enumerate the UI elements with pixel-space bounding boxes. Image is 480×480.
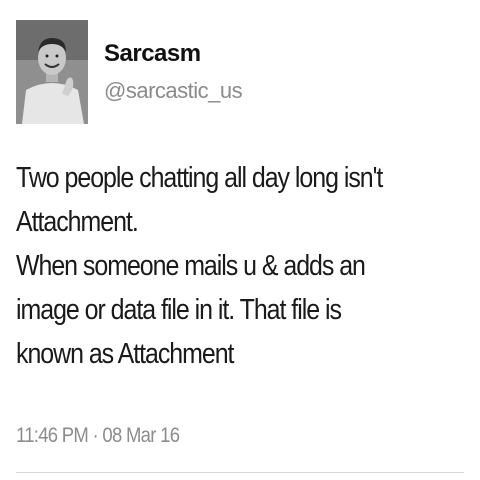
- author-handle[interactable]: @sarcastic_us: [104, 78, 243, 104]
- author-display-name[interactable]: Sarcasm: [104, 40, 242, 68]
- tweet-text-line: Two people chatting all day long isn't: [16, 162, 383, 194]
- tweet-text: Two people chatting all day long isn't A…: [16, 156, 468, 376]
- tweet-text-line: known as Attachment: [16, 338, 234, 370]
- profile-photo-icon: [16, 20, 88, 124]
- tweet-timestamp[interactable]: 11:46 PM · 08 Mar 16: [16, 424, 180, 448]
- tweet-text-line: Attachment.: [16, 206, 139, 238]
- tweet-card: Sarcasm @sarcastic_us Two people chattin…: [0, 0, 480, 480]
- tweet-text-line: image or data file in it. That file is: [16, 294, 342, 326]
- avatar[interactable]: [16, 20, 88, 124]
- divider: [16, 472, 464, 473]
- tweet-text-line: When someone mails u & adds an: [16, 250, 366, 282]
- tweet-author[interactable]: Sarcasm @sarcastic_us: [104, 40, 243, 104]
